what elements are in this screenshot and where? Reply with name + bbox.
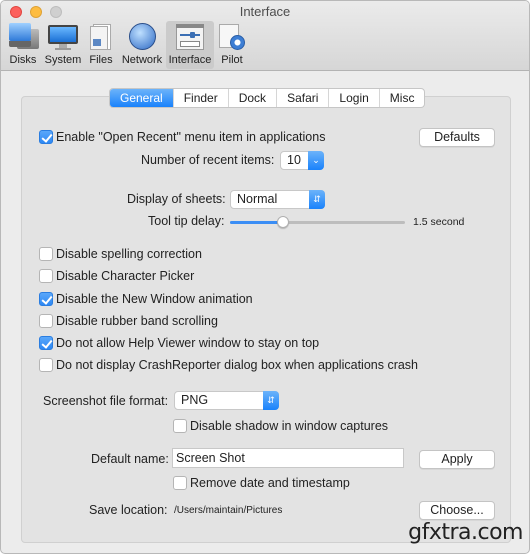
interface-icon <box>174 23 206 51</box>
system-icon <box>47 23 79 51</box>
tooltip-delay-slider[interactable] <box>230 216 405 228</box>
window-title: Interface <box>239 4 291 19</box>
tab-misc[interactable]: Misc <box>378 89 425 107</box>
toolbar-item-network[interactable]: Network <box>121 21 163 69</box>
tooltip-delay-label: Tool tip delay: <box>148 214 225 228</box>
open-recent-label: Enable "Open Recent" menu item in applic… <box>56 130 326 144</box>
chevron-down-icon: ⌄ <box>308 151 324 170</box>
slider-fill <box>230 221 283 224</box>
preferences-window: Interface Disks System Files Network Int… <box>0 0 530 554</box>
sheets-label: Display of sheets: <box>127 192 226 206</box>
pilot-icon <box>218 23 246 51</box>
recent-items-label: Number of recent items: <box>141 153 275 167</box>
option-label: Disable Character Picker <box>56 269 195 283</box>
toolbar-item-interface[interactable]: Interface <box>166 21 214 69</box>
option-checkbox[interactable] <box>39 247 53 261</box>
apply-button[interactable]: Apply <box>419 450 495 469</box>
disks-icon <box>7 23 39 51</box>
choose-button[interactable]: Choose... <box>419 501 495 520</box>
tooltip-delay-value: 1.5 second <box>413 216 465 228</box>
tab-safari[interactable]: Safari <box>276 89 328 107</box>
remove-timestamp-checkbox[interactable] <box>173 476 187 490</box>
sheets-select[interactable]: Normal ⇵ <box>230 190 325 209</box>
updown-chevron-icon: ⇵ <box>309 190 325 209</box>
default-name-input[interactable]: Screen Shot <box>172 448 404 468</box>
tab-dock[interactable]: Dock <box>227 89 276 107</box>
save-location-label: Save location: <box>89 503 168 517</box>
open-recent-checkbox[interactable] <box>39 130 53 144</box>
option-label: Do not display CrashReporter dialog box … <box>56 358 419 372</box>
option-label: Disable spelling correction <box>56 247 202 261</box>
option-checkbox[interactable] <box>39 269 53 283</box>
option-label: Disable rubber band scrolling <box>56 314 218 328</box>
tab-finder[interactable]: Finder <box>172 89 228 107</box>
option-label: Do not allow Help Viewer window to stay … <box>56 336 320 350</box>
tab-bar: General Finder Dock Safari Login Misc <box>109 88 426 108</box>
toolbar-item-disks[interactable]: Disks <box>5 21 41 69</box>
defaults-button[interactable]: Defaults <box>419 128 495 147</box>
toolbar-item-system[interactable]: System <box>43 21 83 69</box>
files-icon <box>89 23 113 51</box>
option-checkbox[interactable] <box>39 358 53 372</box>
option-checkbox[interactable] <box>39 314 53 328</box>
save-location-path: /Users/maintain/Pictures <box>174 505 283 516</box>
option-label: Disable the New Window animation <box>56 292 253 306</box>
option-checkbox[interactable] <box>39 292 53 306</box>
screenshot-format-label: Screenshot file format: <box>43 394 169 408</box>
option-checkbox[interactable] <box>39 336 53 350</box>
toolbar-item-files[interactable]: Files <box>87 21 115 69</box>
recent-items-select[interactable]: 10 ⌄ <box>280 151 324 170</box>
disable-shadow-label: Disable shadow in window captures <box>190 419 389 433</box>
default-name-label: Default name: <box>91 452 169 466</box>
watermark: gfxtra.com <box>408 520 523 545</box>
title-bar: Interface Disks System Files Network Int… <box>1 1 529 71</box>
tab-login[interactable]: Login <box>328 89 378 107</box>
slider-knob[interactable] <box>276 216 289 228</box>
disable-shadow-checkbox[interactable] <box>173 419 187 433</box>
network-icon <box>126 23 158 51</box>
toolbar-item-pilot[interactable]: Pilot <box>217 21 247 69</box>
tab-general[interactable]: General <box>110 89 173 107</box>
remove-timestamp-label: Remove date and timestamp <box>190 476 350 490</box>
screenshot-format-select[interactable]: PNG ⇵ <box>174 391 279 410</box>
updown-chevron-icon: ⇵ <box>263 391 279 410</box>
